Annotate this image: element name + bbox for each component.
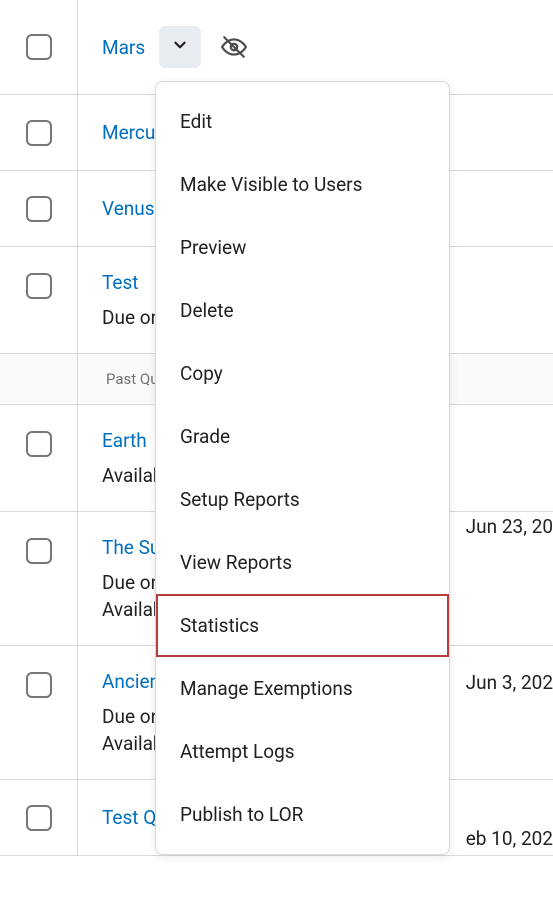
menu-item-grade[interactable]: Grade xyxy=(156,405,449,468)
content-cell: Mars xyxy=(78,0,553,94)
row-checkbox[interactable] xyxy=(26,273,52,299)
context-menu: EditMake Visible to UsersPreviewDeleteCo… xyxy=(155,81,450,855)
checkbox-cell xyxy=(0,405,78,511)
row-checkbox[interactable] xyxy=(26,34,52,60)
menu-item-view-reports[interactable]: View Reports xyxy=(156,531,449,594)
row-checkbox[interactable] xyxy=(26,431,52,457)
hidden-icon xyxy=(213,26,255,68)
empty-cell xyxy=(0,354,78,404)
menu-item-publish-to-lor[interactable]: Publish to LOR xyxy=(156,783,449,846)
checkbox-cell xyxy=(0,95,78,170)
chevron-down-icon xyxy=(171,36,189,58)
menu-item-manage-exemptions[interactable]: Manage Exemptions xyxy=(156,657,449,720)
menu-item-preview[interactable]: Preview xyxy=(156,216,449,279)
quiz-title-link[interactable]: Earth xyxy=(102,429,147,452)
menu-item-copy[interactable]: Copy xyxy=(156,342,449,405)
checkbox-cell xyxy=(0,0,78,94)
row-actions-dropdown[interactable] xyxy=(159,26,201,68)
row-checkbox[interactable] xyxy=(26,196,52,222)
checkbox-cell xyxy=(0,512,78,645)
quiz-title-link[interactable]: Mars xyxy=(102,36,145,59)
menu-item-delete[interactable]: Delete xyxy=(156,279,449,342)
checkbox-cell xyxy=(0,247,78,353)
row-checkbox[interactable] xyxy=(26,538,52,564)
menu-item-make-visible-to-users[interactable]: Make Visible to Users xyxy=(156,153,449,216)
date-right-text: eb 10, 202 xyxy=(460,827,553,850)
checkbox-cell xyxy=(0,780,78,855)
row-checkbox[interactable] xyxy=(26,120,52,146)
quiz-title-link[interactable]: Test xyxy=(102,271,139,294)
date-right-text: Jun 3, 202 xyxy=(460,671,553,694)
checkbox-cell xyxy=(0,646,78,779)
quiz-title-link[interactable]: Venus xyxy=(102,197,155,220)
row-checkbox[interactable] xyxy=(26,672,52,698)
menu-item-setup-reports[interactable]: Setup Reports xyxy=(156,468,449,531)
menu-item-edit[interactable]: Edit xyxy=(156,90,449,153)
menu-item-attempt-logs[interactable]: Attempt Logs xyxy=(156,720,449,783)
row-checkbox[interactable] xyxy=(26,805,52,831)
menu-item-statistics[interactable]: Statistics xyxy=(156,594,449,657)
checkbox-cell xyxy=(0,171,78,246)
date-right-text: Jun 23, 20 xyxy=(460,515,553,538)
